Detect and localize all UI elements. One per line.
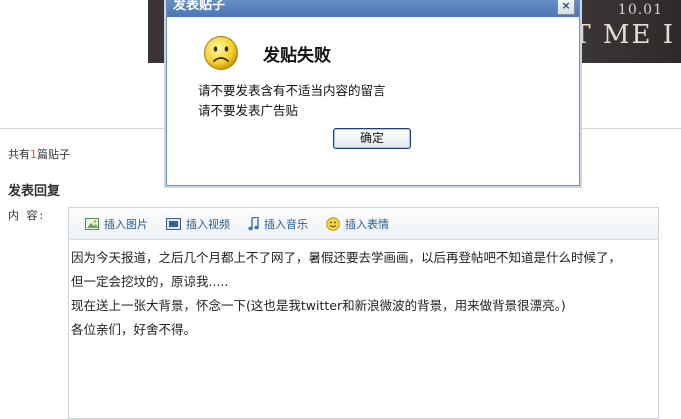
post-count-prefix: 共有 bbox=[8, 148, 30, 161]
insert-video-label: 插入视频 bbox=[186, 217, 230, 231]
reply-section-title: 发表回复 bbox=[8, 184, 61, 199]
insert-video-button[interactable]: 插入视频 bbox=[166, 216, 230, 232]
insert-image-button[interactable]: 插入图片 bbox=[85, 216, 148, 232]
content-label: 内 容: bbox=[8, 209, 46, 222]
close-button[interactable]: × bbox=[557, 0, 575, 15]
insert-music-label: 插入音乐 bbox=[264, 217, 308, 231]
insert-music-button[interactable]: 插入音乐 bbox=[248, 216, 308, 232]
image-icon bbox=[85, 217, 99, 230]
editor-line: 因为今天报道，之后几个月都上不了网了，暑假还要去学画画，以后再登帖吧不知道是什么… bbox=[71, 250, 622, 265]
video-icon bbox=[166, 217, 181, 230]
dialog-message-line: 请不要发表含有不适当内容的留言 bbox=[198, 83, 386, 98]
dialog-titlebar: 发表贴子 × bbox=[167, 0, 579, 17]
editor-line: 现在送上一张大背景，怀念一下(这也是我twitter和新浪微波的背景，用来做背景… bbox=[71, 298, 566, 313]
editor-text-area[interactable]: 因为今天报道，之后几个月都上不了网了，暑假还要去学画画，以后再登帖吧不知道是什么… bbox=[69, 240, 658, 342]
insert-emoticon-label: 插入表情 bbox=[345, 217, 389, 231]
smiley-icon bbox=[326, 216, 340, 231]
post-failed-dialog: 发表贴子 × 发贴失败 请不要发表含有不适当内容的留言 请不要发表广告贴 确定 bbox=[166, 0, 580, 186]
post-count: 共有1篇贴子 bbox=[8, 146, 70, 162]
insert-image-label: 插入图片 bbox=[104, 217, 148, 231]
reply-editor[interactable]: 插入图片 插入视频 插入音乐 插入表情 因为今天报道，之后几个月都上不了网了，暑… bbox=[68, 207, 659, 419]
post-count-number: 1 bbox=[30, 148, 37, 161]
dialog-message: 请不要发表含有不适当内容的留言 请不要发表广告贴 bbox=[198, 81, 386, 121]
sad-face-icon bbox=[204, 36, 238, 70]
editor-line: 但一定会挖坟的，原谅我..... bbox=[71, 274, 229, 289]
close-icon: × bbox=[561, 0, 571, 12]
insert-emoticon-button[interactable]: 插入表情 bbox=[326, 216, 389, 232]
dialog-heading: 发贴失败 bbox=[263, 46, 331, 66]
music-icon bbox=[248, 216, 259, 230]
editor-line: 各位亲们，好舍不得。 bbox=[71, 322, 197, 337]
banner-date: 10.01 bbox=[617, 2, 663, 18]
ok-button[interactable]: 确定 bbox=[333, 128, 411, 149]
editor-toolbar: 插入图片 插入视频 插入音乐 插入表情 bbox=[69, 208, 658, 240]
post-count-suffix: 篇贴子 bbox=[37, 148, 70, 161]
dialog-message-line: 请不要发表广告贴 bbox=[198, 103, 299, 118]
dialog-title: 发表贴子 bbox=[173, 0, 226, 13]
